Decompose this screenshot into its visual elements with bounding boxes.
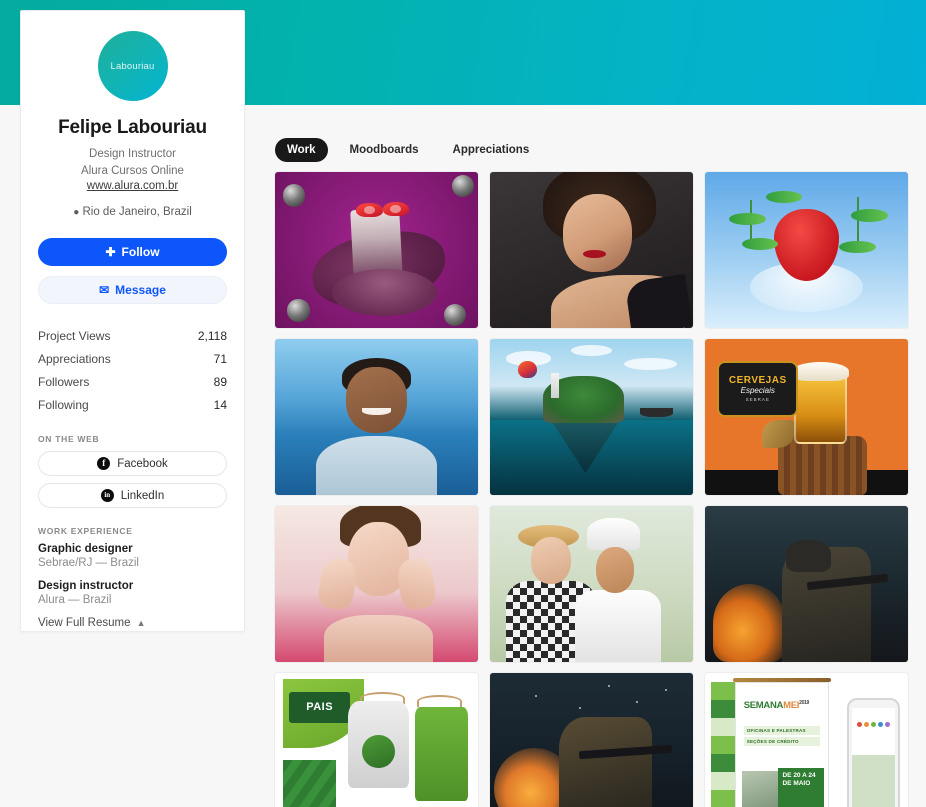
web-link-facebook[interactable]: f Facebook — [38, 451, 227, 476]
project-thumbnail — [490, 172, 693, 328]
job-title-1: Design instructor — [38, 580, 134, 592]
facebook-icon: f — [97, 457, 111, 470]
chevron-up-icon: ▲ — [136, 618, 146, 628]
stat-value: 14 — [213, 397, 227, 412]
avatar-label: Labouriau — [110, 60, 155, 72]
project-card-island-half-underwater[interactable] — [490, 339, 693, 495]
project-card-pais-brand-mockup[interactable]: PAIS — [275, 673, 478, 807]
avatar-wrapper: Labouriau — [38, 31, 227, 101]
profile-stats: Project Views 2,118 Appreciations 71 Fol… — [38, 324, 227, 416]
follow-button-label: Follow — [121, 245, 160, 259]
project-grid: CERVEJAS Especiais SEBRAE PAIS SEMANAMEI… — [275, 172, 911, 807]
web-link-label: LinkedIn — [120, 489, 165, 502]
profile-name: Felipe Labouriau — [58, 117, 207, 138]
view-full-resume-label: View Full Resume — [38, 617, 131, 629]
project-thumbnail — [275, 339, 478, 495]
on-the-web-heading: ON THE WEB — [38, 434, 100, 444]
pais-logo: PAIS — [289, 691, 351, 723]
message-button[interactable]: ✉ Message — [38, 276, 227, 304]
job-sub-1: Alura — Brazil — [38, 594, 112, 606]
stat-label: Project Views — [38, 328, 111, 343]
linkedin-icon: in — [100, 489, 114, 502]
stat-row-followers: Followers 89 — [38, 370, 227, 393]
project-card-soldier-explosion[interactable] — [490, 673, 693, 807]
project-card-beauty-portrait-pink[interactable] — [275, 506, 478, 662]
stat-label: Followers — [38, 374, 90, 389]
profile-location-text: Rio de Janeiro, Brazil — [82, 206, 192, 218]
mei-poster-bullets: OFICINAS E PALESTRAS SEÇÕES DE CRÉDITO — [743, 725, 821, 748]
job-sub-0: Sebrae/RJ — Brazil — [38, 557, 139, 569]
message-button-label: Message — [115, 283, 166, 297]
mei-poster-title: SEMANAMEI2019 — [743, 700, 810, 712]
location-pin-icon: ● — [73, 207, 80, 218]
stat-row-project-views: Project Views 2,118 — [38, 324, 227, 347]
view-full-resume-toggle[interactable]: View Full Resume ▲ — [38, 617, 227, 629]
envelope-icon: ✉ — [99, 283, 110, 297]
project-card-farmer-and-chef[interactable] — [490, 506, 693, 662]
project-card-soldier-dark-scene[interactable] — [705, 506, 908, 662]
stat-value: 2,118 — [197, 328, 227, 343]
profile-website-link[interactable]: www.alura.com.br — [38, 179, 227, 194]
stat-label: Appreciations — [38, 351, 111, 366]
beer-logo: CERVEJAS Especiais SEBRAE — [717, 360, 799, 417]
project-thumbnail — [490, 673, 693, 807]
mei-title-year: 2019 — [799, 700, 810, 707]
profile-role: Design Instructor — [89, 148, 176, 160]
profile-location: ● Rio de Janeiro, Brazil — [38, 206, 227, 218]
project-card-woman-portrait-red-lips[interactable] — [490, 172, 693, 328]
web-link-linkedin[interactable]: in LinkedIn — [38, 483, 227, 508]
project-thumbnail — [705, 172, 908, 328]
content-tabs: Work Moodboards Appreciations — [275, 138, 541, 162]
profile-company: Alura Cursos Online — [81, 165, 184, 177]
plus-circle-icon: ✚ — [105, 245, 116, 259]
project-thumbnail — [275, 172, 478, 328]
stat-value: 89 — [213, 374, 227, 389]
project-card-strawberry-water-splash[interactable] — [705, 172, 908, 328]
stat-row-following: Following 14 — [38, 393, 227, 416]
mei-phone-mockup — [847, 697, 900, 807]
mei-date-text: DE 20 A 24 DE MAIO — [782, 772, 816, 788]
mei-title-part1: SEMANA — [743, 700, 784, 712]
mei-bullet-1: SEÇÕES DE CRÉDITO — [743, 736, 821, 746]
profile-page: Labouriau Felipe Labouriau Design Instru… — [0, 0, 926, 807]
project-card-semana-mei-2019[interactable]: SEMANAMEI2019 OFICINAS E PALESTRAS SEÇÕE… — [705, 673, 908, 807]
project-card-acai-dessert-splash[interactable] — [275, 172, 478, 328]
beer-logo-line2: Especiais — [740, 386, 775, 396]
work-experience-heading: WORK EXPERIENCE — [38, 526, 133, 536]
project-card-cervejas-especiais-beer[interactable]: CERVEJAS Especiais SEBRAE — [705, 339, 908, 495]
beer-logo-line1: CERVEJAS — [728, 375, 787, 387]
stat-label: Following — [38, 397, 89, 412]
project-thumbnail: SEMANAMEI2019 OFICINAS E PALESTRAS SEÇÕE… — [705, 673, 908, 807]
project-card-smiling-man-underwater[interactable] — [275, 339, 478, 495]
tab-work[interactable]: Work — [275, 138, 328, 162]
stat-value: 71 — [213, 351, 227, 366]
job-title-0: Graphic designer — [38, 543, 133, 555]
stat-row-appreciations: Appreciations 71 — [38, 347, 227, 370]
project-thumbnail: PAIS — [275, 673, 478, 807]
project-thumbnail — [490, 339, 693, 495]
web-link-label: Facebook — [117, 457, 168, 470]
project-thumbnail — [490, 506, 693, 662]
beer-logo-line3: SEBRAE — [745, 397, 770, 403]
mei-bullet-0: OFICINAS E PALESTRAS — [743, 725, 821, 735]
mei-date-box: DE 20 A 24 DE MAIO — [778, 768, 825, 807]
profile-sidebar: Labouriau Felipe Labouriau Design Instru… — [20, 10, 245, 632]
mei-title-part2: MEI — [783, 700, 800, 712]
tab-appreciations[interactable]: Appreciations — [441, 138, 542, 162]
project-thumbnail: CERVEJAS Especiais SEBRAE — [705, 339, 908, 495]
tab-moodboards[interactable]: Moodboards — [338, 138, 431, 162]
project-thumbnail — [705, 506, 908, 662]
follow-button[interactable]: ✚ Follow — [38, 238, 227, 266]
project-thumbnail — [275, 506, 478, 662]
avatar[interactable]: Labouriau — [97, 31, 168, 101]
